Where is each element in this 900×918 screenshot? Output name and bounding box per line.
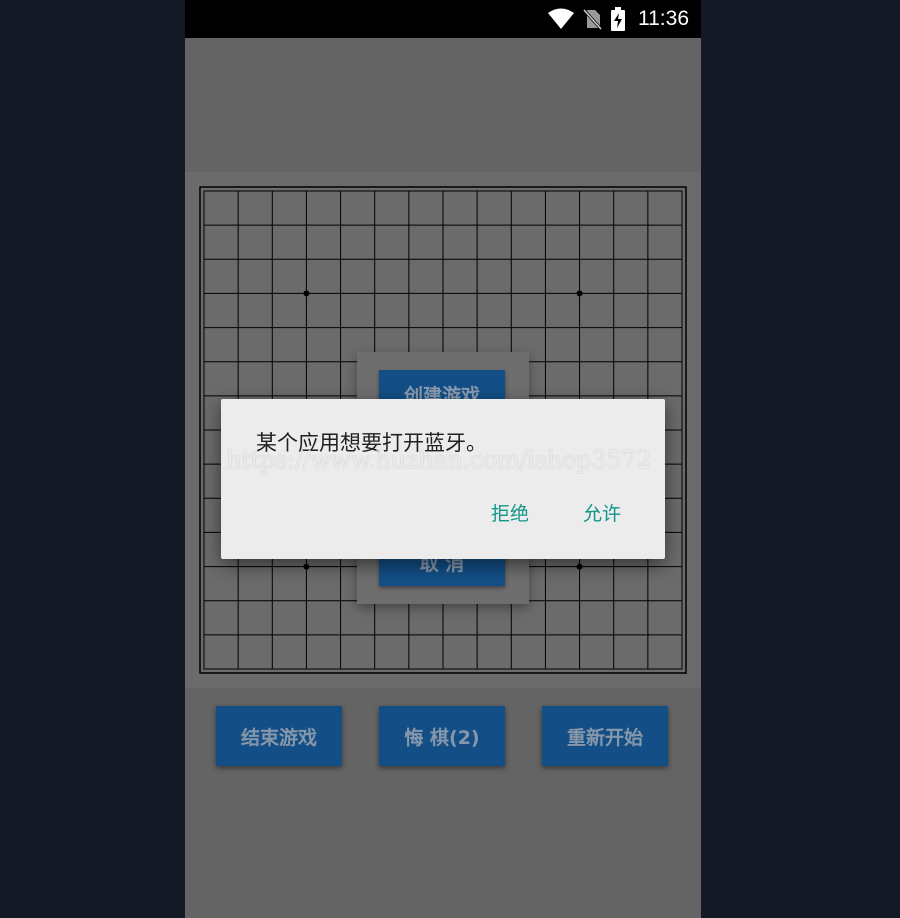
status-icons: 11:36 [548,0,689,38]
deny-button[interactable]: 拒绝 [491,499,529,526]
watermark-text: https://www.huzhan.com/ishop3572 [226,446,651,474]
star-point [303,563,310,570]
bluetooth-permission-dialog: 某个应用想要打开蓝牙。 拒绝 允许 [221,399,665,559]
battery-charging-icon [611,7,625,31]
allow-button[interactable]: 允许 [583,499,621,526]
status-bar: 11:36 [185,0,701,38]
undo-move-button[interactable]: 悔 棋(2) [379,706,505,766]
restart-game-button[interactable]: 重新开始 [542,706,668,766]
star-point [303,290,310,297]
star-point [576,563,583,570]
wifi-icon [548,8,574,29]
status-time: 11:36 [638,7,689,30]
end-game-button[interactable]: 结束游戏 [216,706,342,766]
star-point [576,290,583,297]
no-sim-icon [582,8,602,30]
